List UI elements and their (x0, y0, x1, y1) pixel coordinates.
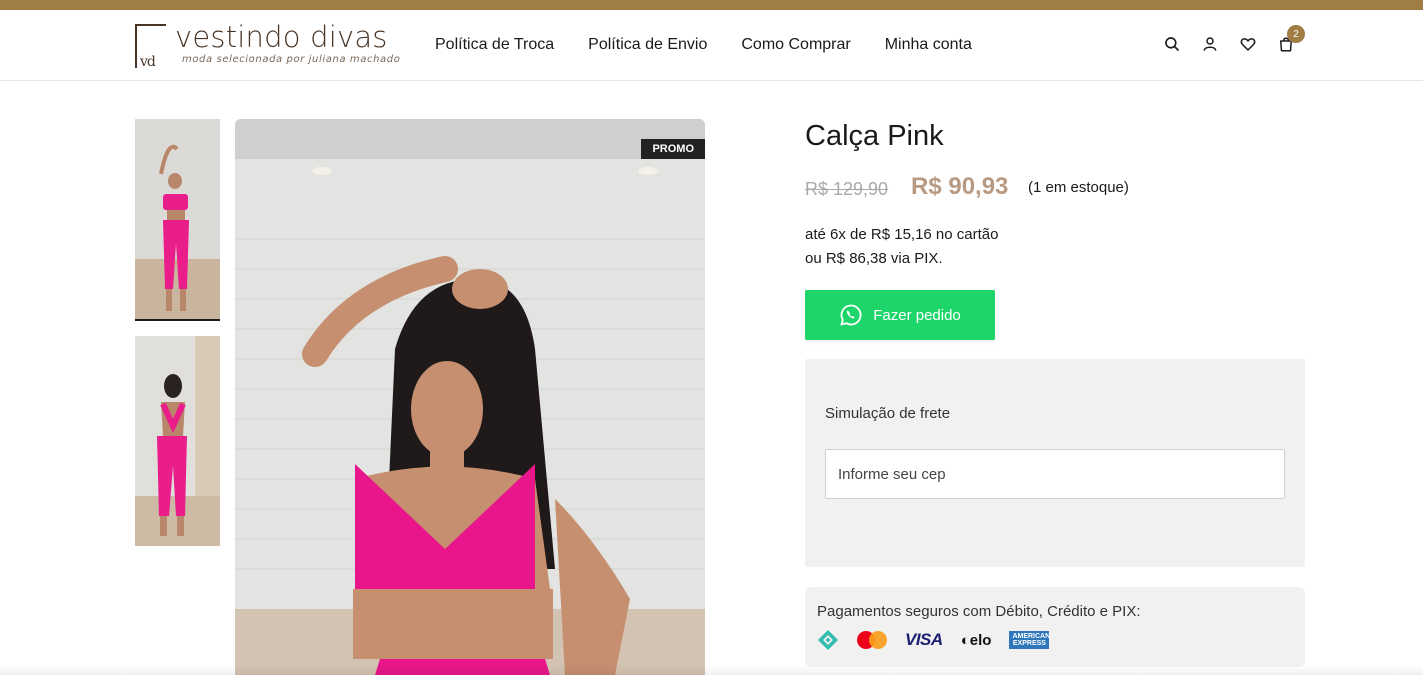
logo-tagline: moda selecionada por juliana machado (182, 54, 401, 65)
site-header: vd vestindo divas moda selecionada por j… (0, 10, 1423, 81)
payments-title: Pagamentos seguros com Débito, Crédito e… (817, 603, 1141, 620)
cep-input[interactable] (825, 449, 1285, 499)
payment-terms: até 6x de R$ 15,16 no cartão ou R$ 86,38… (805, 223, 998, 271)
logo-monogram: vd (135, 24, 166, 70)
promo-badge: PROMO (641, 139, 705, 159)
shipping-simulator: Simulação de frete (805, 359, 1305, 567)
nav-minha-conta[interactable]: Minha conta (885, 36, 972, 54)
elo-icon: ◐elo (960, 631, 992, 649)
order-whatsapp-button[interactable]: Fazer pedido (805, 290, 995, 340)
user-icon[interactable] (1201, 32, 1219, 56)
thumbnail-back[interactable] (135, 336, 220, 546)
header-actions: 2 (1163, 25, 1305, 56)
search-icon[interactable] (1163, 32, 1181, 56)
nav-como-comprar[interactable]: Como Comprar (741, 36, 850, 54)
american-express-icon: AMERICAN EXPRESS (1009, 631, 1050, 649)
sale-price: R$ 90,93 (911, 173, 1009, 200)
product-main-image[interactable]: PROMO (235, 119, 705, 675)
installments-text: até 6x de R$ 15,16 no cartão (805, 226, 999, 243)
secure-payments: Pagamentos seguros com Débito, Crédito e… (805, 587, 1305, 667)
heart-icon[interactable] (1239, 32, 1257, 56)
shipping-title: Simulação de frete (825, 405, 951, 422)
bag-icon[interactable]: 2 (1277, 25, 1305, 56)
payment-methods: VISA ◐elo AMERICAN EXPRESS (817, 629, 1050, 651)
order-button-label: Fazer pedido (873, 306, 961, 324)
product-title: Calça Pink (805, 120, 944, 152)
top-accent-bar (0, 0, 1423, 10)
main-nav: Política de Troca Política de Envio Como… (435, 36, 972, 54)
pix-price-text: ou R$ 86,38 via PIX. (805, 250, 943, 267)
mastercard-icon (857, 631, 887, 649)
thumbnail-front[interactable] (135, 119, 220, 321)
brand-logo[interactable]: vd vestindo divas moda selecionada por j… (135, 20, 401, 70)
nav-politica-de-troca[interactable]: Política de Troca (435, 36, 554, 54)
original-price: R$ 129,90 (805, 179, 889, 199)
nav-politica-de-envio[interactable]: Política de Envio (588, 36, 707, 54)
whatsapp-icon (840, 304, 862, 326)
pix-icon (817, 629, 839, 651)
logo-name: vestindo divas (175, 20, 388, 54)
thumbnail-front-photo (135, 119, 220, 319)
thumbnail-back-photo (135, 336, 220, 546)
elo-label: elo (969, 631, 992, 649)
product-photo (235, 119, 705, 675)
stock-status: (1 em estoque) (1028, 179, 1129, 196)
cart-count-badge: 2 (1287, 25, 1305, 43)
visa-icon: VISA (905, 630, 943, 649)
